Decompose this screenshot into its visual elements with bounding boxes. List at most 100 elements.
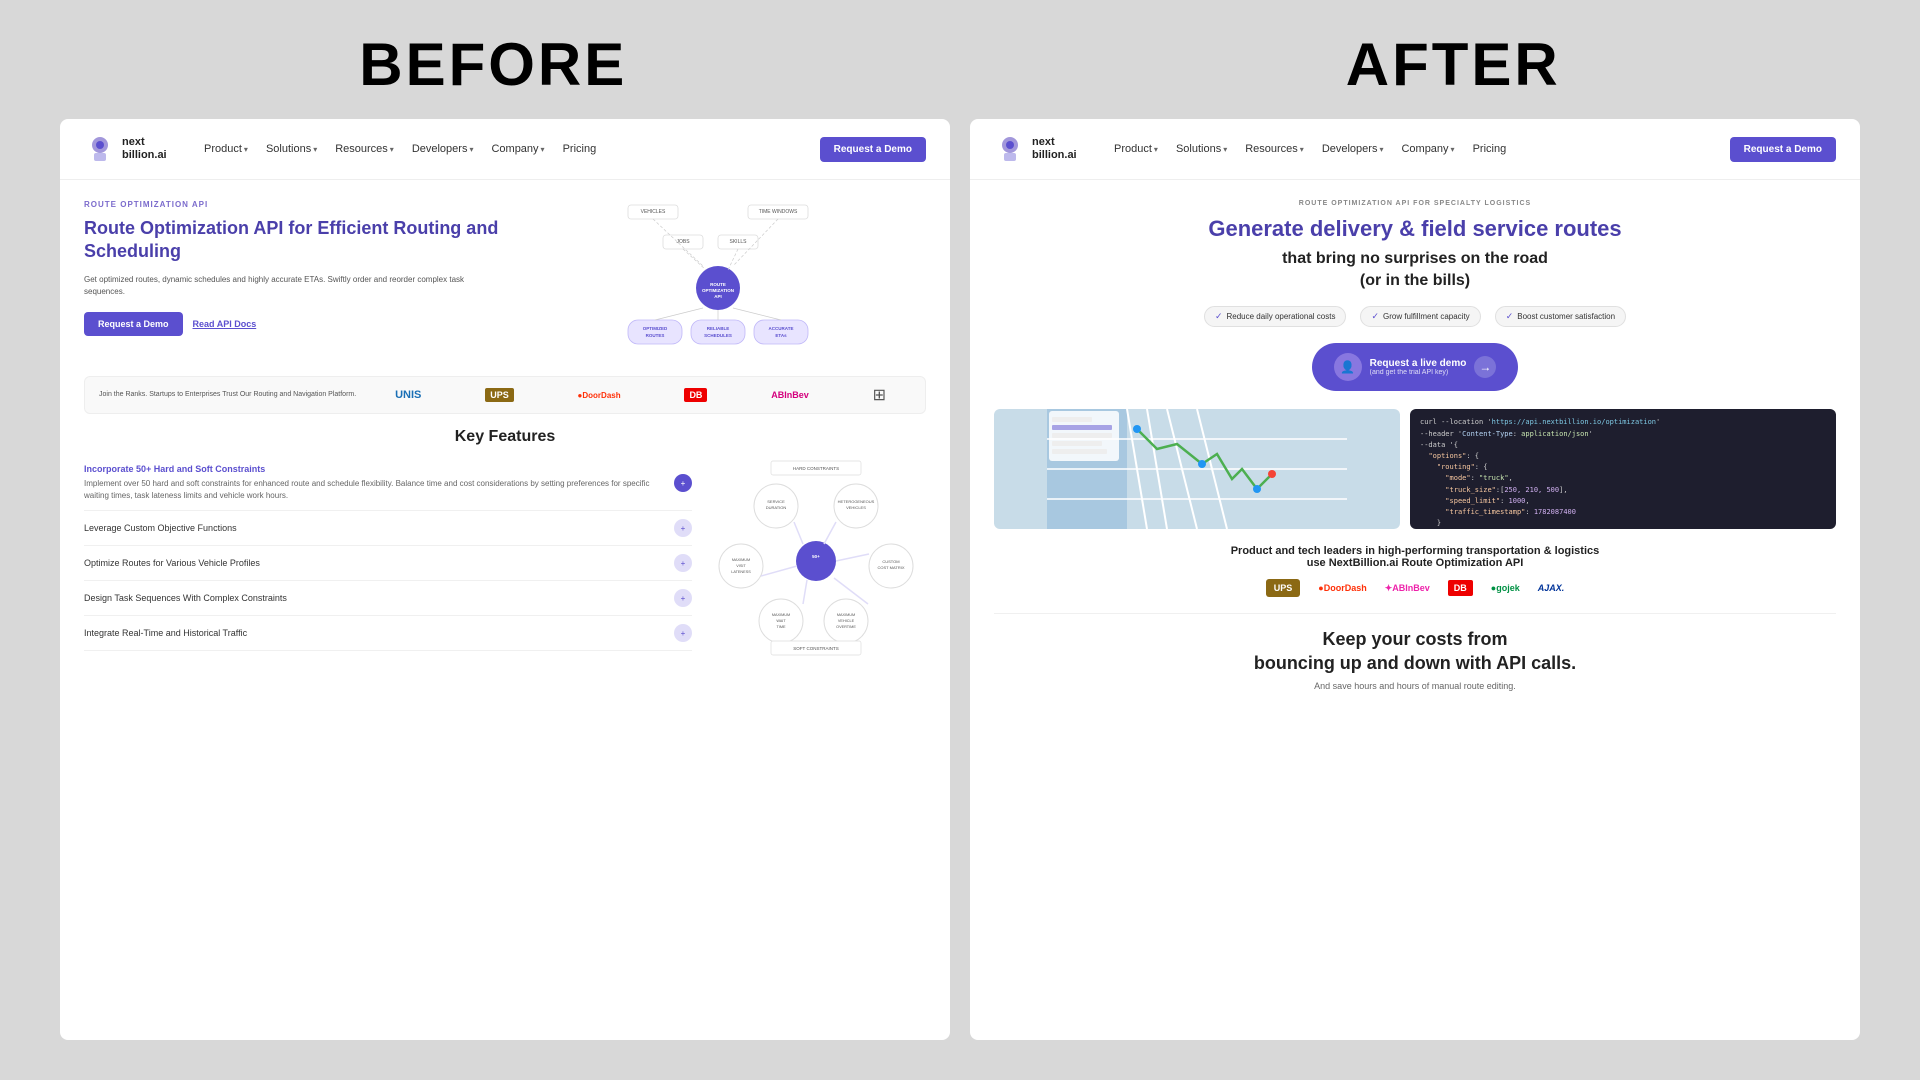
feature-desc: Implement over 50 hard and soft constrai… — [84, 478, 674, 502]
after-nav-resources[interactable]: Resources ▾ — [1245, 143, 1304, 155]
before-api-docs-link[interactable]: Read API Docs — [193, 319, 257, 329]
svg-text:OPTIMIZATION: OPTIMIZATION — [702, 288, 734, 293]
feature-item-vehicles[interactable]: Optimize Routes for Various Vehicle Prof… — [84, 546, 692, 581]
after-request-demo-btn[interactable]: Request a Demo — [1730, 137, 1836, 162]
code-line-2: --header 'Content-Type: application/json… — [1420, 429, 1826, 440]
after-nav-product[interactable]: Product ▾ — [1114, 143, 1158, 155]
svg-text:TIME: TIME — [776, 625, 786, 629]
before-logo: nextbillion.ai — [84, 133, 184, 165]
before-nav-solutions[interactable]: Solutions ▾ — [266, 143, 317, 155]
demo-btn-row: 👤 Request a live demo (and get the trial… — [994, 343, 1836, 391]
features-section: Incorporate 50+ Hard and Soft Constraint… — [84, 456, 926, 661]
code-line-5: "routing": { — [1420, 462, 1826, 473]
svg-text:VEHICLES: VEHICLES — [641, 209, 666, 215]
svg-text:TIME WINDOWS: TIME WINDOWS — [759, 209, 798, 215]
after-logo: nextbillion.ai — [994, 133, 1094, 165]
partner-ajax: AJAX. — [1538, 583, 1565, 593]
before-nav-developers[interactable]: Developers ▾ — [412, 143, 474, 155]
svg-text:MAXIMUM: MAXIMUM — [772, 613, 790, 617]
after-nav-company[interactable]: Company ▾ — [1401, 143, 1454, 155]
after-panel: nextbillion.ai Product ▾ Solutions ▾ Res… — [970, 119, 1860, 1040]
feature-label: Optimize Routes for Various Vehicle Prof… — [84, 558, 674, 568]
before-hero-desc: Get optimized routes, dynamic schedules … — [84, 274, 500, 298]
svg-text:COST MATRIX: COST MATRIX — [878, 565, 905, 570]
svg-text:SCHEDULES: SCHEDULES — [704, 333, 732, 338]
key-features-title: Key Features — [84, 428, 926, 446]
svg-text:ETAs: ETAs — [775, 333, 787, 338]
feature-item-traffic[interactable]: Integrate Real-Time and Historical Traff… — [84, 616, 692, 651]
before-nav-pricing[interactable]: Pricing — [563, 143, 597, 155]
partners-section: Product and tech leaders in high-perform… — [994, 545, 1836, 597]
svg-text:DURATION: DURATION — [766, 505, 787, 510]
benefit-fulfillment: ✓ Grow fulfillment capacity — [1360, 306, 1480, 327]
feature-expand-icon[interactable]: + — [674, 519, 692, 537]
after-hero-subtitle: that bring no surprises on the road(or i… — [994, 248, 1836, 293]
svg-text:MAXIMUM: MAXIMUM — [732, 558, 750, 562]
before-nav-resources[interactable]: Resources ▾ — [335, 143, 394, 155]
svg-text:HETEROGENEOUS: HETEROGENEOUS — [838, 499, 875, 504]
benefits-row: ✓ Reduce daily operational costs ✓ Grow … — [994, 306, 1836, 327]
trusted-bar: Join the Ranks. Startups to Enterprises … — [84, 376, 926, 414]
preview-area: curl --location 'https://api.nextbillion… — [994, 409, 1836, 529]
chevron-icon: ▾ — [469, 145, 473, 154]
svg-text:OPTIMIZED: OPTIMIZED — [643, 326, 668, 331]
partners-title: Product and tech leaders in high-perform… — [994, 545, 1836, 569]
svg-text:SKILLS: SKILLS — [730, 239, 748, 245]
feature-item-sequences[interactable]: Design Task Sequences With Complex Const… — [84, 581, 692, 616]
svg-text:VEHICLES: VEHICLES — [846, 505, 866, 510]
feature-item-objectives[interactable]: Leverage Custom Objective Functions + — [84, 511, 692, 546]
after-hero-tag: ROUTE OPTIMIZATION API FOR SPECIALTY LOG… — [994, 200, 1836, 207]
feature-expand-icon[interactable]: + — [674, 589, 692, 607]
brand-doordash: ●DoorDash — [578, 391, 621, 400]
feature-expand-icon[interactable]: + — [674, 474, 692, 492]
before-demo-btn[interactable]: Request a Demo — [84, 312, 183, 336]
svg-text:LATENESS: LATENESS — [731, 570, 751, 574]
after-nav-developers[interactable]: Developers ▾ — [1322, 143, 1384, 155]
svg-text:OVERTIME: OVERTIME — [836, 625, 856, 629]
before-hero-diagram: VEHICLES TIME WINDOWS JOBS SKILLS ROUTE — [510, 200, 926, 360]
partner-gojek: ●gojek — [1491, 583, 1520, 593]
after-navbar: nextbillion.ai Product ▾ Solutions ▾ Res… — [970, 119, 1860, 180]
before-nav-product[interactable]: Product ▾ — [204, 143, 248, 155]
after-logo-text: nextbillion.ai — [1032, 136, 1077, 162]
chevron-icon: ▾ — [1223, 145, 1227, 154]
map-preview — [994, 409, 1400, 529]
before-label: BEFORE — [359, 30, 627, 99]
code-line-10: } — [1420, 518, 1826, 529]
cost-title: Keep your costs frombouncing up and down… — [1014, 628, 1816, 675]
before-nav-company[interactable]: Company ▾ — [491, 143, 544, 155]
chevron-icon: ▾ — [541, 145, 545, 154]
chevron-icon: ▾ — [1379, 145, 1383, 154]
demo-btn-text: Request a live demo (and get the trial A… — [1370, 358, 1467, 376]
chevron-icon: ▾ — [313, 145, 317, 154]
brand-grid: ⊞ — [873, 385, 886, 405]
brand-logos: UNIS UPS ●DoorDash DB ABInBev ⊞ — [370, 385, 911, 405]
before-logo-text: nextbillion.ai — [122, 136, 167, 162]
code-line-4: "options": { — [1420, 451, 1826, 462]
after-label: AFTER — [1346, 30, 1561, 99]
partner-doordash: ●DoorDash — [1318, 583, 1366, 593]
cost-section: Keep your costs frombouncing up and down… — [994, 613, 1836, 705]
before-hero-buttons: Request a Demo Read API Docs — [84, 312, 500, 336]
before-content: ROUTE OPTIMIZATION API Route Optimizatio… — [60, 180, 950, 1040]
chevron-icon: ▾ — [1300, 145, 1304, 154]
cost-subtitle: And save hours and hours of manual route… — [1014, 681, 1816, 691]
brand-abinbev: ABInBev — [771, 390, 809, 400]
before-request-demo-btn[interactable]: Request a Demo — [820, 137, 926, 162]
svg-text:HARD CONSTRAINTS: HARD CONSTRAINTS — [793, 466, 839, 471]
features-diagram: HARD CONSTRAINTS HETEROGENEOUS VEHICLES … — [706, 456, 926, 661]
svg-text:API: API — [714, 294, 722, 299]
after-nav-solutions[interactable]: Solutions ▾ — [1176, 143, 1227, 155]
before-hero-text: ROUTE OPTIMIZATION API Route Optimizatio… — [84, 200, 500, 360]
feature-label: Design Task Sequences With Complex Const… — [84, 593, 674, 603]
feature-expand-icon[interactable]: + — [674, 554, 692, 572]
feature-expand-icon[interactable]: + — [674, 624, 692, 642]
live-demo-btn[interactable]: 👤 Request a live demo (and get the trial… — [1312, 343, 1519, 391]
code-preview: curl --location 'https://api.nextbillion… — [1410, 409, 1836, 529]
brand-unis: UNIS — [395, 389, 421, 401]
feature-item-constraints[interactable]: Incorporate 50+ Hard and Soft Constraint… — [84, 456, 692, 511]
code-line-9: "traffic_timestamp": 1782087400 — [1420, 507, 1826, 518]
after-nav-pricing[interactable]: Pricing — [1473, 143, 1507, 155]
code-line-3: --data '{ — [1420, 440, 1826, 451]
benefit-satisfaction: ✓ Boost customer satisfaction — [1495, 306, 1626, 327]
